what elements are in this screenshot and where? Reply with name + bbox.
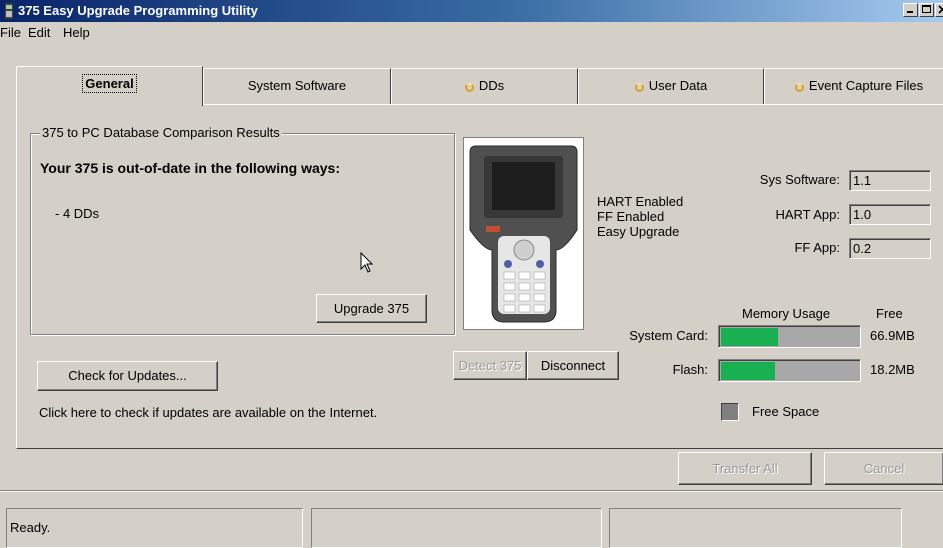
capability-ff: FF Enabled [597,209,665,224]
tab-system-software[interactable]: System Software [203,68,391,104]
sys-software-field: 1.1 [849,170,931,191]
handheld-communicator-image [469,145,578,323]
free-space-legend-swatch [721,403,739,421]
system-card-memory-bar [718,325,861,348]
flash-used-fill [721,362,775,380]
app-icon [4,3,14,19]
tab-dds[interactable]: DDs [391,68,578,104]
tab-event-capture-files[interactable]: Event Capture Files [764,68,943,104]
tab-general-label: General [82,74,137,93]
ff-app-label: FF App: [794,240,840,255]
system-card-free: 66.9MB [870,328,915,343]
tab-dds-label: DDs [478,78,505,93]
status-circle-icon [634,83,644,92]
status-cell-2 [311,508,602,548]
capability-hart: HART Enabled [597,194,684,209]
device-image-frame [463,137,584,330]
mouse-cursor-icon [360,251,374,277]
menu-edit[interactable]: Edit [28,25,50,40]
close-button[interactable] [935,3,943,17]
flash-free: 18.2MB [870,362,915,377]
tab-user-data[interactable]: User Data [578,68,764,104]
tab-system-software-label: System Software [247,78,347,93]
menu-bar: File Edit Help [0,22,943,44]
upgrade-375-button[interactable]: Upgrade 375 [316,294,427,323]
check-updates-hint: Click here to check if updates are avail… [39,405,378,420]
tab-event-capture-files-label: Event Capture Files [808,78,924,93]
device-capabilities: HART Enabled FF Enabled Easy Upgrade [597,194,683,239]
comparison-group-title: 375 to PC Database Comparison Results [40,125,282,140]
status-separator [0,490,943,492]
menu-file[interactable]: File [0,25,21,40]
status-circle-icon [794,83,804,92]
memory-usage-header: Memory Usage [742,306,831,321]
capability-easy-upgrade: Easy Upgrade [597,224,680,239]
menu-help[interactable]: Help [63,25,90,40]
maximize-button[interactable] [919,3,934,17]
system-card-label: System Card: [629,328,708,343]
cancel-button[interactable]: Cancel [824,452,943,485]
out-of-date-item: - 4 DDs [55,206,100,221]
transfer-all-button[interactable]: Transfer All [678,452,812,485]
minimize-button[interactable] [903,3,918,17]
status-cell-3 [609,508,902,548]
tab-user-data-label: User Data [648,78,708,93]
check-for-updates-button[interactable]: Check for Updates... [37,361,218,391]
free-space-legend: Free Space [752,404,820,419]
tab-general[interactable]: General [16,66,203,106]
window-title: 375 Easy Upgrade Programming Utility [18,3,258,18]
system-card-used-fill [721,328,778,346]
sys-software-label: Sys Software: [759,172,840,187]
disconnect-button[interactable]: Disconnect [527,351,619,380]
ff-app-field: 0.2 [849,238,931,259]
status-circle-icon [464,83,474,92]
flash-memory-bar [718,359,861,382]
detect-375-button[interactable]: Detect 375 [453,351,527,380]
status-text: Ready. [6,508,303,548]
hart-app-label: HART App: [775,207,840,222]
free-header: Free [876,306,903,321]
title-bar[interactable]: 375 Easy Upgrade Programming Utility [0,0,943,22]
out-of-date-heading: Your 375 is out-of-date in the following… [40,160,340,176]
hart-app-field: 1.0 [849,204,931,225]
